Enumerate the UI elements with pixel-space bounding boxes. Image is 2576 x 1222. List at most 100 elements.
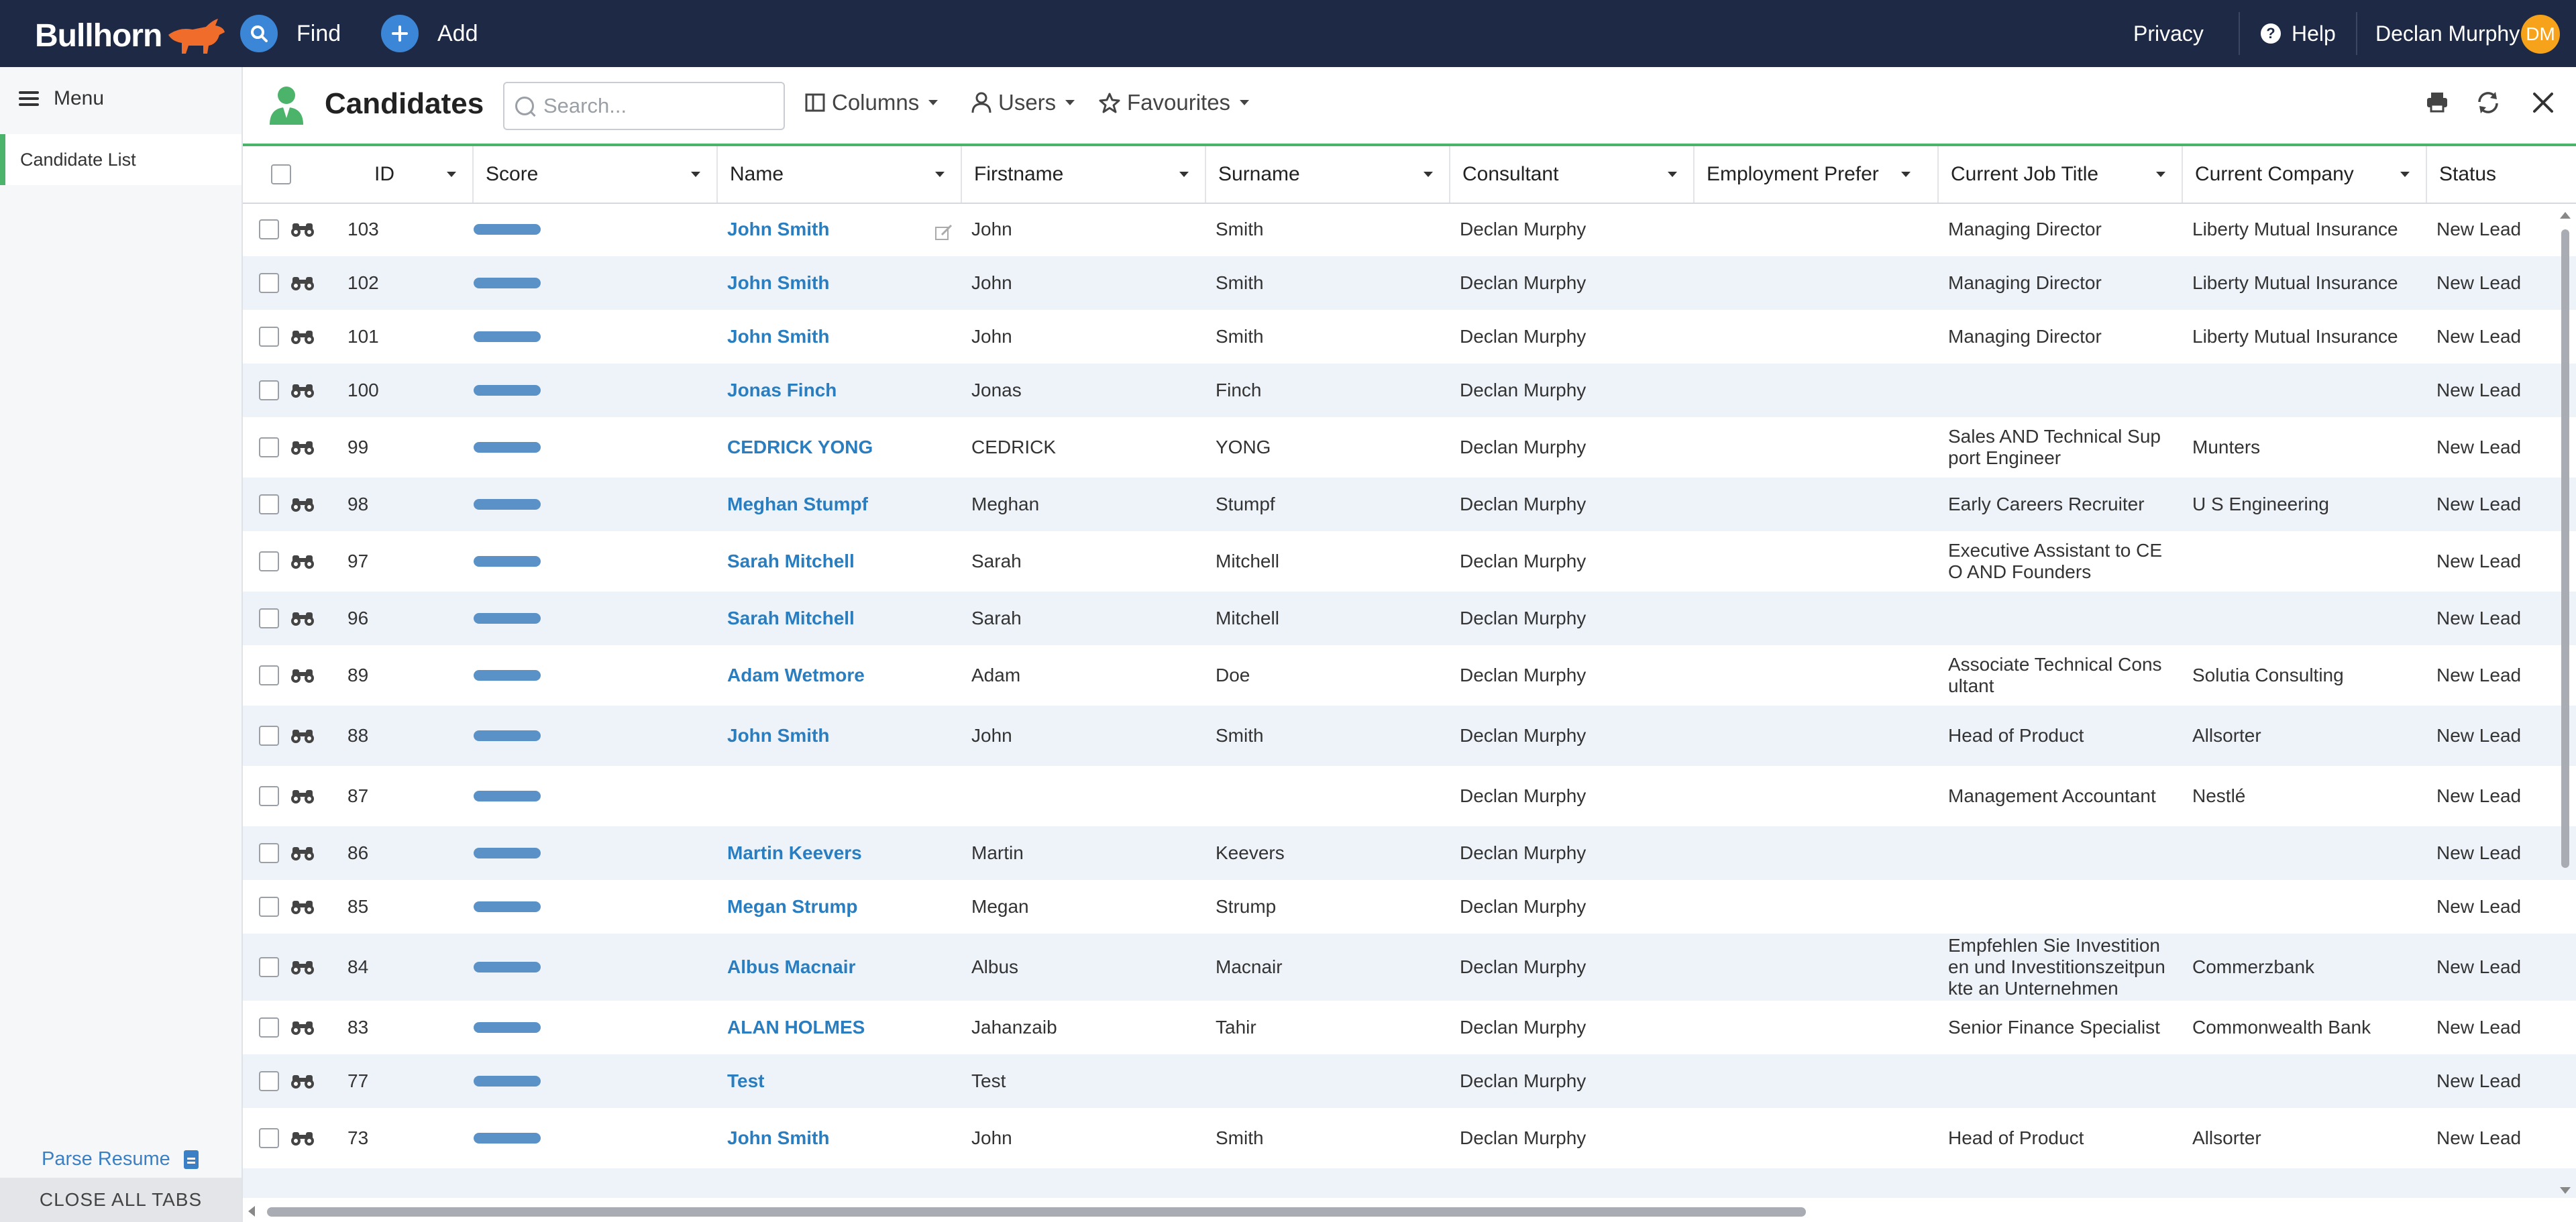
columns-dropdown[interactable]: Columns (805, 90, 938, 115)
help-button[interactable]: ? Help (2261, 0, 2336, 67)
table-row[interactable]: 89 Adam Wetmore Adam Doe Declan Murphy Associ… (243, 645, 2576, 706)
binoculars-icon[interactable] (290, 439, 315, 456)
row-checkbox[interactable] (259, 786, 279, 806)
table-row[interactable]: 99 CEDRICK YONG CEDRICK YONG Declan Murphy Sa… (243, 417, 2576, 478)
row-checkbox[interactable] (259, 380, 279, 400)
candidate-name-link[interactable]: Megan Strump (727, 880, 857, 934)
candidate-name-link-text[interactable]: John Smith (727, 725, 829, 746)
row-checkbox[interactable] (259, 957, 279, 977)
table-row[interactable]: 87 Declan Murphy Management Accountant Nest… (243, 766, 2576, 826)
row-checkbox[interactable] (259, 273, 279, 293)
users-dropdown[interactable]: Users (971, 90, 1075, 115)
binoculars-icon[interactable] (290, 553, 315, 570)
binoculars-icon[interactable] (290, 328, 315, 345)
row-checkbox[interactable] (259, 551, 279, 571)
column-header-current-company[interactable]: Current Company (2183, 146, 2427, 203)
row-checkbox[interactable] (259, 843, 279, 863)
row-checkbox[interactable] (259, 494, 279, 514)
table-row[interactable]: 101 John Smith John Smith Declan Murphy Manag… (243, 310, 2576, 364)
table-row[interactable]: 88 John Smith John Smith Declan Murphy Head o… (243, 706, 2576, 766)
column-header-firstname[interactable]: Firstname (962, 146, 1206, 203)
binoculars-icon[interactable] (290, 727, 315, 744)
table-row[interactable]: 102 John Smith John Smith Declan Murphy Manag… (243, 256, 2576, 310)
binoculars-icon[interactable] (290, 221, 315, 238)
print-icon[interactable] (2426, 91, 2449, 113)
add-button[interactable]: Add (381, 13, 478, 54)
row-checkbox[interactable] (259, 608, 279, 628)
candidate-name-link[interactable]: John Smith (727, 310, 829, 364)
table-row[interactable]: 77 Test Test Declan Murphy New Lead (243, 1054, 2576, 1108)
candidate-name-link-text[interactable]: ALAN HOLMES (727, 1017, 865, 1038)
row-checkbox[interactable] (259, 1128, 279, 1148)
binoculars-icon[interactable] (290, 667, 315, 684)
table-row[interactable]: 96 Sarah Mitchell Sarah Mitchell Declan Murp… (243, 592, 2576, 645)
candidate-name-link[interactable]: John Smith (727, 203, 829, 256)
vertical-scrollbar[interactable] (2559, 209, 2572, 1198)
edit-icon[interactable] (934, 203, 954, 256)
row-checkbox[interactable] (259, 1017, 279, 1038)
candidate-name-link[interactable]: Albus Macnair (727, 934, 855, 1001)
refresh-icon[interactable] (2475, 90, 2501, 115)
binoculars-icon[interactable] (290, 898, 315, 915)
row-checkbox[interactable] (259, 726, 279, 746)
candidate-name-link[interactable]: John Smith (727, 1108, 829, 1168)
column-header-status[interactable]: Status (2427, 146, 2576, 203)
close-all-tabs-button[interactable]: CLOSE ALL TABS (0, 1178, 241, 1222)
horizontal-scroll-thumb[interactable] (267, 1207, 1806, 1217)
candidate-name-link-text[interactable]: John Smith (727, 326, 829, 347)
candidate-name-link[interactable]: Meghan Stumpf (727, 478, 868, 531)
binoculars-icon[interactable] (290, 1072, 315, 1090)
select-all-checkbox[interactable] (271, 164, 291, 184)
find-button[interactable]: Find (240, 13, 341, 54)
column-header-employment-preference[interactable]: Employment Prefer (1695, 146, 1939, 203)
row-checkbox[interactable] (259, 1071, 279, 1091)
table-row[interactable]: 97 Sarah Mitchell Sarah Mitchell Declan Murp… (243, 531, 2576, 592)
binoculars-icon[interactable] (290, 496, 315, 513)
candidate-name-link-text[interactable]: John Smith (727, 1127, 829, 1149)
close-icon[interactable] (2532, 91, 2555, 114)
row-checkbox[interactable] (259, 327, 279, 347)
candidate-name-link[interactable]: Martin Keevers (727, 826, 862, 880)
candidate-name-link-text[interactable]: Sarah Mitchell (727, 551, 855, 572)
column-header-surname[interactable]: Surname (1206, 146, 1450, 203)
candidate-name-link-text[interactable]: Albus Macnair (727, 956, 855, 978)
binoculars-icon[interactable] (290, 274, 315, 292)
candidate-name-link-text[interactable]: Adam Wetmore (727, 665, 865, 686)
candidate-name-link-text[interactable]: CEDRICK YONG (727, 437, 873, 458)
table-row[interactable]: 103 John Smith John Smith Declan Murphy Manag… (243, 203, 2576, 256)
sidebar-item-candidate-list[interactable]: Candidate List (0, 134, 241, 185)
vertical-scroll-thumb[interactable] (2561, 229, 2569, 868)
column-header-score[interactable]: Score (474, 146, 718, 203)
candidate-name-link[interactable]: John Smith (727, 256, 829, 310)
candidate-name-link[interactable]: Jonas Finch (727, 364, 837, 417)
search-input[interactable]: Search... (503, 82, 785, 130)
candidate-name-link[interactable]: John Smith (727, 706, 829, 766)
table-row[interactable]: 98 Meghan Stumpf Meghan Stumpf Declan Murphy… (243, 478, 2576, 531)
menu-toggle[interactable]: Menu (19, 87, 104, 110)
table-row[interactable]: 85 Megan Strump Megan Strump Declan Murphy Ne… (243, 880, 2576, 934)
binoculars-icon[interactable] (290, 1129, 315, 1147)
candidate-name-link-text[interactable]: Jonas Finch (727, 380, 837, 401)
favourites-dropdown[interactable]: Favourites (1099, 90, 1250, 115)
candidate-name-link[interactable]: ALAN HOLMES (727, 1001, 865, 1054)
binoculars-icon[interactable] (290, 958, 315, 976)
binoculars-icon[interactable] (290, 844, 315, 862)
table-row[interactable]: 84 Albus Macnair Albus Macnair Declan Murphy… (243, 934, 2576, 1001)
table-row[interactable]: 86 Martin Keevers Martin Keevers Declan Murp… (243, 826, 2576, 880)
candidate-name-link-text[interactable]: John Smith (727, 272, 829, 294)
candidate-name-link[interactable]: Sarah Mitchell (727, 592, 855, 645)
row-checkbox[interactable] (259, 219, 279, 239)
horizontal-scrollbar[interactable] (243, 1198, 2576, 1222)
table-row[interactable] (243, 1168, 2576, 1198)
privacy-link[interactable]: Privacy (2133, 0, 2204, 67)
candidate-name-link-text[interactable]: Test (727, 1070, 765, 1092)
column-header-current-job-title[interactable]: Current Job Title (1939, 146, 2183, 203)
candidate-name-link-text[interactable]: Martin Keevers (727, 842, 862, 864)
avatar[interactable]: DM (2521, 15, 2560, 54)
parse-resume-link[interactable]: Parse Resume (42, 1148, 199, 1170)
binoculars-icon[interactable] (290, 1019, 315, 1036)
binoculars-icon[interactable] (290, 610, 315, 627)
row-checkbox[interactable] (259, 437, 279, 457)
binoculars-icon[interactable] (290, 382, 315, 399)
table-row[interactable]: 83 ALAN HOLMES Jahanzaib Tahir Declan Murphy… (243, 1001, 2576, 1054)
